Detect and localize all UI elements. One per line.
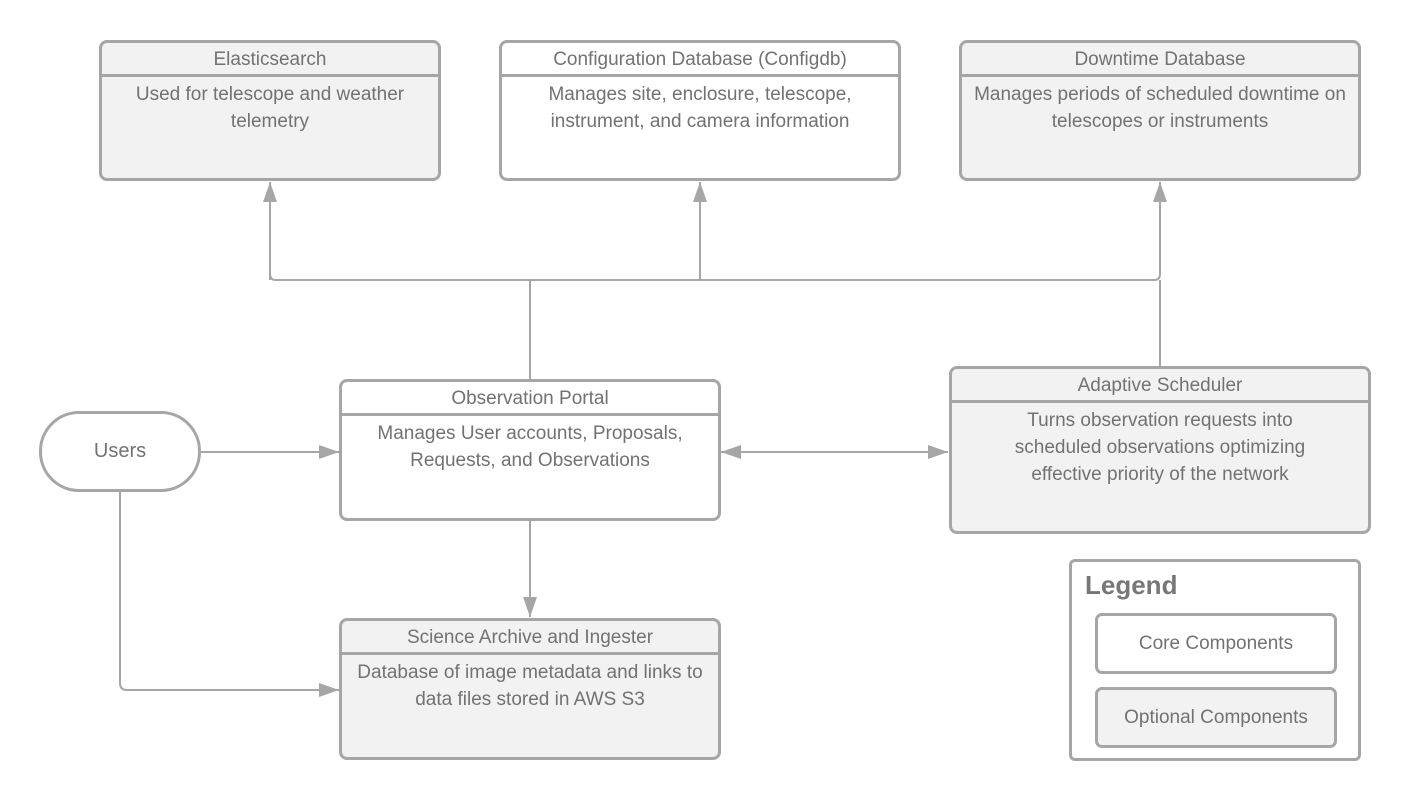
node-users[interactable]: Users [39, 411, 201, 492]
node-label: Users [93, 440, 147, 462]
legend-item-label: Core Components [1138, 632, 1294, 654]
node-title: Observation Portal [342, 382, 718, 416]
node-description: Database of image metadata and links to … [357, 662, 703, 710]
node-title: Science Archive and Ingester [342, 621, 718, 655]
node-configdb[interactable]: Configuration Database (Configdb) Manage… [499, 40, 901, 181]
node-title: Elasticsearch [102, 43, 438, 77]
node-observation-portal[interactable]: Observation Portal Manages User accounts… [339, 379, 721, 521]
node-title: Downtime Database [962, 43, 1358, 77]
connector-users-to-archive [119, 492, 339, 697]
legend-item-core: Core Components [1095, 613, 1337, 674]
node-description: Used for telescope and weather telemetry [135, 84, 405, 132]
node-description: Manages periods of scheduled downtime on… [974, 84, 1346, 132]
node-description: Turns observation requests into schedule… [1014, 410, 1306, 485]
node-description: Manages site, enclosure, telescope, inst… [548, 84, 852, 132]
node-downtime-database[interactable]: Downtime Database Manages periods of sch… [959, 40, 1361, 181]
node-title: Configuration Database (Configdb) [502, 43, 898, 77]
legend-title: Legend [1085, 570, 1178, 600]
node-description: Manages User accounts, Proposals, Reques… [377, 423, 683, 471]
node-adaptive-scheduler[interactable]: Adaptive Scheduler Turns observation req… [949, 366, 1371, 534]
legend-item-label: Optional Components [1124, 706, 1308, 728]
node-elasticsearch[interactable]: Elasticsearch Used for telescope and wea… [99, 40, 441, 181]
legend-item-optional: Optional Components [1095, 687, 1337, 748]
connector-bus [269, 182, 1167, 281]
legend: Legend Core Components Optional Componen… [1069, 559, 1361, 761]
node-science-archive[interactable]: Science Archive and Ingester Database of… [339, 618, 721, 760]
node-title: Adaptive Scheduler [952, 369, 1368, 403]
